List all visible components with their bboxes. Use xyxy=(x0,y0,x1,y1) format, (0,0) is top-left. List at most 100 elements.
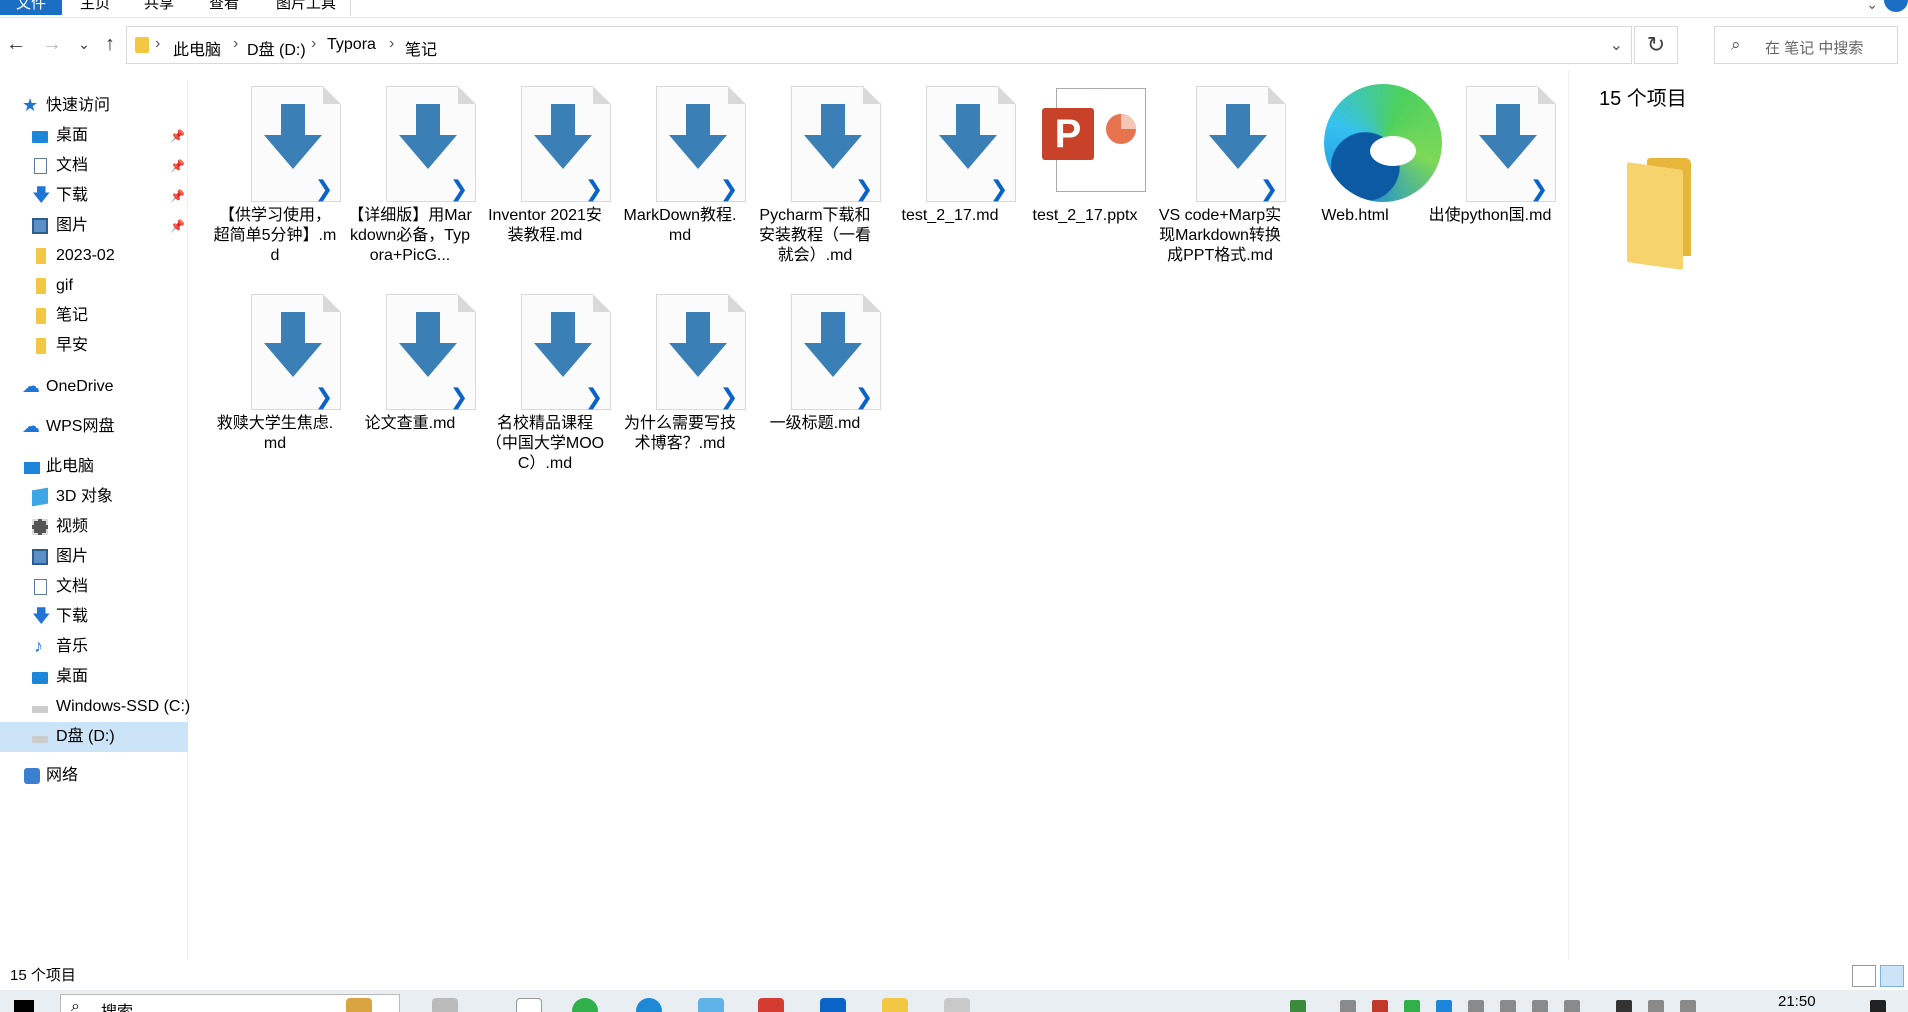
chevron-right-icon[interactable]: › xyxy=(311,35,316,53)
cloud-icon: ☁ xyxy=(22,416,40,436)
up-button[interactable]: ↑ xyxy=(98,32,122,56)
taskbar-app-icon[interactable] xyxy=(758,998,784,1012)
address-bar[interactable]: › 此电脑 › D盘 (D:) › Typora › 笔记 ⌄ xyxy=(126,26,1632,64)
breadcrumb-d-drive[interactable]: D盘 (D:) xyxy=(247,36,306,60)
sidebar-item-music[interactable]: ♪ 音乐 xyxy=(0,632,188,662)
file-item[interactable]: ❯ VS code+Marp实现Markdown转换成PPT格式.md xyxy=(1157,74,1286,266)
edge-icon[interactable] xyxy=(636,998,662,1012)
sidebar-item-2023-02[interactable]: 2023-02 xyxy=(0,241,188,271)
refresh-button[interactable]: ↻ xyxy=(1634,26,1678,64)
markdown-file-icon: ❯ xyxy=(347,74,476,202)
sidebar-item-onedrive[interactable]: ☁ OneDrive xyxy=(0,372,188,402)
file-name: Pycharm下载和安装教程（一看就会）.md xyxy=(758,207,871,264)
chevron-right-icon[interactable]: › xyxy=(155,35,160,53)
status-bar: 15 个项目 xyxy=(0,964,1908,988)
sidebar-item-d-drive[interactable]: D盘 (D:) xyxy=(0,722,188,752)
back-button[interactable]: ← xyxy=(4,32,28,56)
sidebar-item-downloads[interactable]: 🡇 下载 📌 xyxy=(0,181,188,211)
chevron-down-icon[interactable]: ⌄ xyxy=(1610,35,1623,55)
file-explorer-icon[interactable] xyxy=(882,998,908,1012)
taskbar-app-icon[interactable] xyxy=(944,998,970,1012)
star-icon: ★ xyxy=(22,95,39,115)
battery-icon[interactable] xyxy=(1290,1000,1306,1012)
wechat-icon[interactable] xyxy=(572,998,598,1012)
sidebar-item-pc-pictures[interactable]: 图片 xyxy=(0,542,188,572)
chevron-right-icon[interactable]: › xyxy=(233,35,238,53)
sidebar-item-quick-access[interactable]: ★ 快速访问 xyxy=(0,91,188,121)
tab-share[interactable]: 共享 xyxy=(144,0,174,15)
file-item[interactable]: ❯ 救赎大学生焦虑.md xyxy=(212,282,341,454)
sidebar-item-label: gif xyxy=(56,277,73,294)
sidebar-item-pc-desktop[interactable]: 桌面 xyxy=(0,662,188,692)
sidebar-item-gif[interactable]: gif xyxy=(0,271,188,301)
markdown-file-icon: ❯ xyxy=(482,74,611,202)
recent-locations-button[interactable]: ⌄ xyxy=(72,32,96,56)
breadcrumb-notes[interactable]: 笔记 xyxy=(405,36,437,60)
taskbar-app-icon[interactable] xyxy=(698,998,724,1012)
markdown-file-icon: ❯ xyxy=(887,74,1016,202)
drive-icon xyxy=(32,736,48,743)
tray-icon[interactable] xyxy=(1372,1000,1388,1012)
tab-view[interactable]: 查看 xyxy=(209,0,239,15)
volume-icon[interactable] xyxy=(1648,1000,1664,1012)
file-item[interactable]: ❯ 出使python国.md xyxy=(1427,74,1556,226)
vscode-icon[interactable] xyxy=(820,998,846,1012)
sidebar-item-documents[interactable]: 文档 📌 xyxy=(0,151,188,181)
tray-icon[interactable] xyxy=(1500,1000,1516,1012)
tray-icon[interactable] xyxy=(1616,1000,1632,1012)
large-icons-view-button[interactable] xyxy=(1880,965,1904,987)
tab-picture-tools[interactable]: 图片工具 xyxy=(276,0,336,15)
sidebar-item-good-morning[interactable]: 早安 xyxy=(0,331,188,361)
tray-icon[interactable] xyxy=(1340,1000,1356,1012)
file-item[interactable]: ❯ 为什么需要写技术博客？.md xyxy=(617,282,746,454)
taskbar-clock[interactable]: 21:50 xyxy=(1778,993,1816,1010)
taskbar-app-icon[interactable] xyxy=(346,998,372,1012)
breadcrumb-typora[interactable]: Typora xyxy=(327,36,376,54)
wifi-icon[interactable] xyxy=(1680,1000,1696,1012)
file-item[interactable]: P test_2_17.pptx xyxy=(1022,74,1148,226)
sidebar-item-this-pc[interactable]: 此电脑 xyxy=(0,452,188,482)
typora-icon[interactable] xyxy=(516,998,542,1012)
search-icon: ⌕ xyxy=(71,998,80,1012)
tray-icon[interactable] xyxy=(1564,1000,1580,1012)
file-item[interactable]: Web.html xyxy=(1292,74,1442,226)
search-box[interactable]: ⌕ 在 笔记 中搜索 xyxy=(1714,26,1898,64)
sidebar-item-notes[interactable]: 笔记 xyxy=(0,301,188,331)
sidebar-item-pc-downloads[interactable]: 🡇 下载 xyxy=(0,602,188,632)
tray-icon[interactable] xyxy=(1532,1000,1548,1012)
file-item[interactable]: ❯ Inventor 2021安装教程.md xyxy=(482,74,611,246)
taskbar-app-icon[interactable] xyxy=(432,998,458,1012)
sidebar-item-desktop[interactable]: 桌面 📌 xyxy=(0,121,188,151)
file-item[interactable]: ❯ 【供学习使用，超简单5分钟】.md xyxy=(212,74,341,266)
sidebar-item-pictures[interactable]: 图片 📌 xyxy=(0,211,188,241)
expand-ribbon-icon[interactable]: ⌄ xyxy=(1866,0,1878,13)
tray-icon[interactable] xyxy=(1436,1000,1452,1012)
tab-home[interactable]: 主页 xyxy=(80,0,110,15)
file-item[interactable]: ❯ Pycharm下载和安装教程（一看就会）.md xyxy=(752,74,881,266)
tray-icon[interactable] xyxy=(1468,1000,1484,1012)
file-name: 一级标题.md xyxy=(769,415,861,432)
file-item[interactable]: ❯ 论文查重.md xyxy=(347,282,476,434)
forward-button[interactable]: → xyxy=(40,32,64,56)
notification-icon[interactable] xyxy=(1870,1000,1886,1012)
help-icon[interactable] xyxy=(1884,0,1908,12)
file-item[interactable]: ❯ MarkDown教程.md xyxy=(617,74,746,246)
sidebar-item-videos[interactable]: 视频 xyxy=(0,512,188,542)
file-item[interactable]: ❯ test_2_17.md xyxy=(887,74,1016,226)
sidebar-item-wps-drive[interactable]: ☁ WPS网盘 xyxy=(0,412,188,442)
sidebar-item-pc-documents[interactable]: 文档 xyxy=(0,572,188,602)
chevron-right-icon[interactable]: › xyxy=(389,35,394,53)
details-view-button[interactable] xyxy=(1852,965,1876,987)
windows-start-icon[interactable] xyxy=(14,1000,34,1012)
breadcrumb-this-pc[interactable]: 此电脑 xyxy=(173,36,221,60)
file-item[interactable]: ❯ 一级标题.md xyxy=(752,282,881,434)
sidebar-item-network[interactable]: 网络 xyxy=(0,761,188,791)
tray-icon[interactable] xyxy=(1404,1000,1420,1012)
file-item[interactable]: ❯ 【详细版】用Markdown必备，Typora+PicG... xyxy=(347,74,476,266)
sidebar-item-label: 桌面 xyxy=(56,668,89,685)
sidebar-item-c-drive[interactable]: Windows-SSD (C:) xyxy=(0,692,190,722)
search-placeholder[interactable]: 在 笔记 中搜索 xyxy=(1765,37,1863,58)
tab-file[interactable]: 文件 xyxy=(0,0,62,15)
file-item[interactable]: ❯ 名校精品课程（中国大学MOOC）.md xyxy=(482,282,611,474)
sidebar-item-3d-objects[interactable]: 3D 对象 xyxy=(0,482,188,512)
